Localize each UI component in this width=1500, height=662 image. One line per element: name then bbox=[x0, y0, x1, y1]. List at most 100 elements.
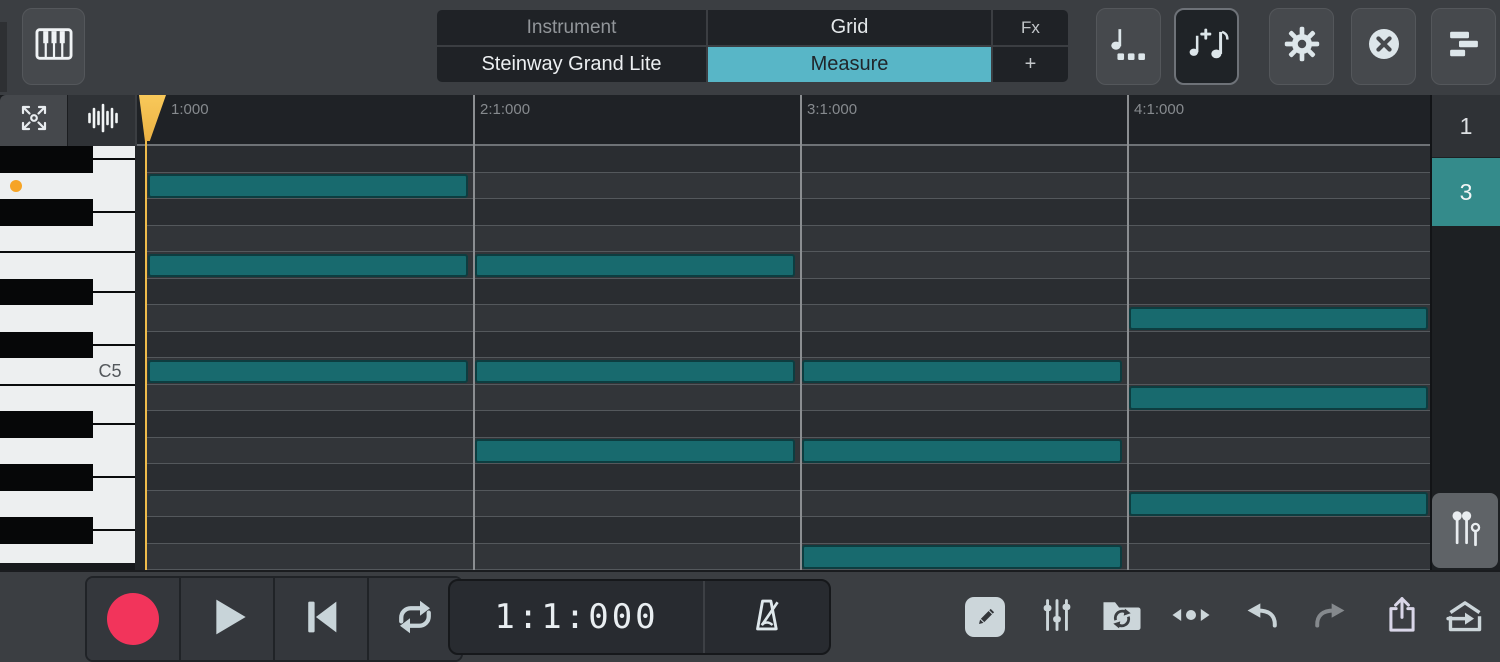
note-duration-button[interactable] bbox=[1096, 8, 1161, 85]
redo-button[interactable] bbox=[1308, 595, 1352, 639]
white-key-divider bbox=[93, 291, 135, 293]
waveform-icon bbox=[84, 100, 120, 141]
horizontal-stretch-icon bbox=[1167, 595, 1215, 640]
midi-note[interactable] bbox=[148, 254, 468, 278]
black-key[interactable] bbox=[0, 464, 93, 491]
keyboard-bottom-edge bbox=[0, 563, 135, 570]
fit-view-button[interactable] bbox=[0, 95, 67, 146]
ruler-label: 1:000 bbox=[171, 101, 209, 118]
black-key[interactable] bbox=[0, 517, 93, 544]
grid-row[interactable] bbox=[137, 544, 1430, 571]
midi-note[interactable] bbox=[802, 360, 1122, 384]
tab-fx[interactable]: Fx bbox=[993, 10, 1068, 45]
tab-instrument[interactable]: Instrument bbox=[437, 10, 706, 45]
share-button[interactable] bbox=[1380, 595, 1424, 639]
close-icon bbox=[1364, 24, 1404, 69]
grid-row[interactable] bbox=[137, 199, 1430, 226]
top-toolbar: Instrument Grid Fx Steinway Grand Lite M… bbox=[0, 0, 1500, 95]
velocity-view-button[interactable] bbox=[68, 95, 135, 146]
track-selector-panel: Instrument Grid Fx Steinway Grand Lite M… bbox=[437, 10, 1068, 82]
black-key[interactable] bbox=[0, 332, 93, 359]
tracks-view-button[interactable] bbox=[1431, 8, 1496, 85]
midi-note[interactable] bbox=[148, 174, 468, 198]
ruler-label: 2:1:000 bbox=[480, 101, 530, 118]
instrument-name-button[interactable]: Steinway Grand Lite bbox=[437, 47, 706, 82]
keyboard-panel: C5 bbox=[0, 95, 135, 570]
white-key-divider bbox=[93, 211, 135, 213]
track-eq-button[interactable] bbox=[1035, 595, 1079, 639]
white-key-divider bbox=[93, 423, 135, 425]
grid-row[interactable] bbox=[137, 226, 1430, 253]
settings-button[interactable] bbox=[1269, 8, 1334, 85]
skip-to-start-button[interactable] bbox=[275, 578, 369, 660]
key-label: C5 bbox=[92, 361, 128, 382]
measure-line bbox=[473, 95, 475, 570]
grid-row[interactable] bbox=[137, 464, 1430, 491]
add-note-button[interactable] bbox=[1174, 8, 1239, 85]
mixer-faders-icon bbox=[1446, 507, 1484, 554]
grid-row[interactable] bbox=[137, 279, 1430, 306]
playhead-line bbox=[145, 97, 148, 570]
export-button[interactable] bbox=[1443, 595, 1487, 639]
add-note-icon bbox=[1185, 24, 1229, 69]
midi-note[interactable] bbox=[1129, 492, 1428, 516]
screen-notch bbox=[0, 22, 7, 92]
redo-icon bbox=[1310, 595, 1350, 640]
metronome-icon bbox=[747, 595, 787, 640]
mixer-controls-button[interactable] bbox=[1432, 493, 1498, 568]
black-key[interactable] bbox=[0, 411, 93, 438]
transport-buttons bbox=[85, 576, 463, 662]
grid-row[interactable] bbox=[137, 146, 1430, 173]
grid-row[interactable] bbox=[137, 411, 1430, 438]
edit-mode-button[interactable] bbox=[963, 595, 1007, 639]
tracks-icon bbox=[1444, 24, 1484, 69]
tab-grid[interactable]: Grid bbox=[708, 10, 991, 45]
timeline-ruler[interactable] bbox=[137, 95, 1430, 146]
fullscreen-expand-icon bbox=[16, 100, 52, 141]
grid-row[interactable] bbox=[137, 332, 1430, 359]
white-key-divider bbox=[0, 251, 135, 253]
export-icon bbox=[1442, 593, 1488, 642]
project-sync-button[interactable] bbox=[1100, 595, 1144, 639]
settings-gear-icon bbox=[1282, 24, 1322, 69]
record-icon bbox=[107, 593, 159, 645]
share-icon bbox=[1381, 594, 1423, 641]
daw-piano-roll-screen: Instrument Grid Fx Steinway Grand Lite M… bbox=[0, 0, 1500, 662]
midi-note[interactable] bbox=[1129, 386, 1428, 410]
note-duration-icon bbox=[1107, 24, 1151, 69]
midi-note[interactable] bbox=[802, 439, 1122, 463]
transport-bar: 1:1:000 bbox=[0, 570, 1500, 662]
loop-icon bbox=[390, 594, 440, 645]
midi-note[interactable] bbox=[148, 360, 468, 384]
measure-line bbox=[800, 95, 802, 570]
black-key[interactable] bbox=[0, 146, 93, 173]
undo-icon bbox=[1242, 595, 1282, 640]
ruler-label: 4:1:000 bbox=[1134, 101, 1184, 118]
black-key[interactable] bbox=[0, 199, 93, 226]
close-button[interactable] bbox=[1351, 8, 1416, 85]
undo-button[interactable] bbox=[1240, 595, 1284, 639]
midi-note[interactable] bbox=[1129, 307, 1428, 331]
grid-resolution-button[interactable]: Measure bbox=[708, 47, 991, 82]
white-key-divider bbox=[93, 158, 135, 160]
black-key[interactable] bbox=[0, 279, 93, 306]
metronome-button[interactable] bbox=[703, 581, 829, 653]
time-display[interactable]: 1:1:000 bbox=[450, 581, 703, 653]
clip-button-1[interactable]: 1 bbox=[1432, 95, 1500, 157]
midi-note[interactable] bbox=[475, 439, 795, 463]
white-key-divider bbox=[93, 344, 135, 346]
play-button[interactable] bbox=[181, 578, 275, 660]
fx-add-button[interactable]: + bbox=[993, 47, 1068, 82]
play-icon bbox=[203, 593, 251, 646]
sliders-icon bbox=[1037, 595, 1077, 640]
show-keyboard-button[interactable] bbox=[22, 8, 85, 85]
record-button[interactable] bbox=[87, 578, 181, 660]
midi-note[interactable] bbox=[475, 254, 795, 278]
edit-pencil-icon bbox=[965, 597, 1005, 637]
grid-row[interactable] bbox=[137, 517, 1430, 544]
midi-note[interactable] bbox=[475, 360, 795, 384]
horizontal-stretch-button[interactable] bbox=[1169, 595, 1213, 639]
clip-button-3-active[interactable]: 3 bbox=[1432, 158, 1500, 226]
midi-note[interactable] bbox=[802, 545, 1122, 569]
active-key-indicator bbox=[10, 180, 22, 192]
